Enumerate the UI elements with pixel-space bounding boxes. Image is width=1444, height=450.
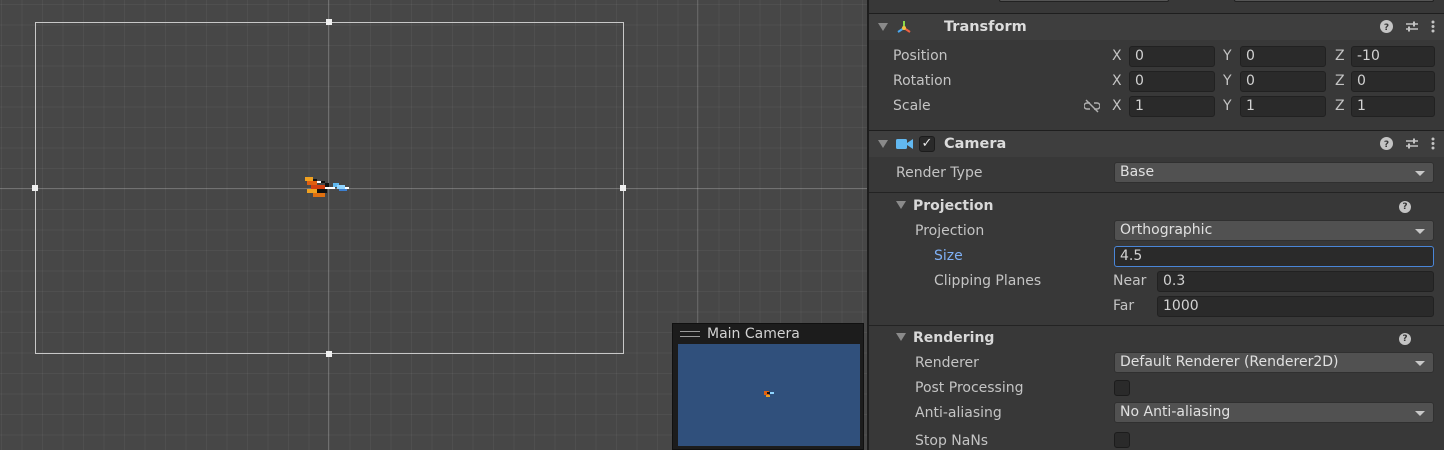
- section-divider: [869, 325, 1444, 326]
- gizmo-handle-left[interactable]: [32, 185, 38, 191]
- more-options-icon[interactable]: [1431, 137, 1435, 150]
- rendering-section-title: Rendering: [913, 330, 995, 346]
- camera-preview-header[interactable]: Main Camera: [673, 324, 863, 343]
- rotation-x-field[interactable]: 0: [1129, 71, 1215, 92]
- stop-nans-checkbox[interactable]: [1114, 432, 1130, 448]
- post-processing-label: Post Processing: [915, 380, 1024, 396]
- camera-preview-overlay[interactable]: Main Camera: [672, 323, 864, 450]
- rotation-z-field[interactable]: 0: [1351, 71, 1435, 92]
- gizmo-handle-top[interactable]: [326, 19, 332, 25]
- foldout-expanded-icon[interactable]: [896, 333, 906, 341]
- camera-component-header[interactable]: ✓ Camera ?: [869, 130, 1444, 157]
- more-options-icon[interactable]: [1431, 20, 1435, 33]
- anti-aliasing-label: Anti-aliasing: [915, 405, 1002, 421]
- projection-dropdown[interactable]: Orthographic: [1114, 220, 1434, 241]
- foldout-expanded-icon[interactable]: [878, 23, 888, 31]
- presets-icon[interactable]: [1405, 20, 1419, 33]
- rotation-y-field[interactable]: 0: [1240, 71, 1326, 92]
- scale-label: Scale: [893, 98, 931, 114]
- svg-text:?: ?: [1384, 23, 1389, 33]
- anti-aliasing-dropdown[interactable]: No Anti-aliasing: [1114, 402, 1434, 423]
- projection-section-header[interactable]: Projection ?: [869, 195, 1444, 219]
- renderer-label: Renderer: [915, 355, 979, 371]
- scene-view[interactable]: Main Camera: [0, 0, 867, 450]
- rotation-z-label[interactable]: Z: [1335, 73, 1345, 89]
- prev-field-stub: [999, 0, 1169, 2]
- transform-axes-icon: [897, 21, 911, 33]
- section-divider: [869, 192, 1444, 193]
- renderer-dropdown[interactable]: Default Renderer (Renderer2D): [1114, 352, 1434, 373]
- transform-title: Transform: [944, 19, 1027, 35]
- help-icon[interactable]: ?: [1399, 333, 1411, 345]
- position-label: Position: [893, 48, 948, 64]
- render-type-dropdown[interactable]: Base: [1114, 162, 1434, 183]
- scale-z-field[interactable]: 1: [1351, 96, 1435, 117]
- gizmo-handle-bottom[interactable]: [326, 351, 332, 357]
- chevron-down-icon: [1415, 361, 1425, 366]
- scale-x-label[interactable]: X: [1112, 98, 1122, 114]
- preview-ship-sprite: [764, 391, 774, 397]
- chevron-down-icon: [1415, 229, 1425, 234]
- projection-section-title: Projection: [913, 198, 994, 214]
- far-label[interactable]: Far: [1113, 298, 1134, 314]
- projection-label: Projection: [915, 223, 985, 239]
- camera-title: Camera: [944, 136, 1007, 152]
- rendering-section-header[interactable]: Rendering ?: [869, 327, 1444, 351]
- help-icon[interactable]: ?: [1380, 20, 1393, 33]
- scale-x-field[interactable]: 1: [1129, 96, 1215, 117]
- scale-z-label[interactable]: Z: [1335, 98, 1345, 114]
- constrain-proportions-icon[interactable]: [1084, 99, 1100, 113]
- anti-aliasing-value: No Anti-aliasing: [1120, 404, 1231, 420]
- rotation-x-label[interactable]: X: [1112, 73, 1122, 89]
- help-icon[interactable]: ?: [1399, 201, 1411, 213]
- far-clip-field[interactable]: 1000: [1157, 296, 1434, 317]
- foldout-expanded-icon[interactable]: [896, 201, 906, 209]
- svg-text:?: ?: [1384, 140, 1389, 150]
- position-x-label[interactable]: X: [1112, 48, 1122, 64]
- help-icon[interactable]: ?: [1380, 137, 1393, 150]
- gizmo-handle-right[interactable]: [620, 185, 626, 191]
- position-y-label[interactable]: Y: [1223, 48, 1232, 64]
- camera-enabled-checkbox[interactable]: ✓: [919, 136, 935, 152]
- camera-preview-viewport: [678, 344, 860, 446]
- transform-component-header[interactable]: Transform ?: [869, 13, 1444, 40]
- near-label[interactable]: Near: [1113, 273, 1146, 289]
- size-label[interactable]: Size: [934, 248, 963, 264]
- size-field[interactable]: 4.5: [1114, 246, 1434, 267]
- render-type-value: Base: [1120, 164, 1155, 180]
- renderer-value: Default Renderer (Renderer2D): [1120, 354, 1339, 370]
- position-z-label[interactable]: Z: [1335, 48, 1345, 64]
- post-processing-checkbox[interactable]: [1114, 380, 1130, 396]
- scale-y-field[interactable]: 1: [1240, 96, 1326, 117]
- rotation-y-label[interactable]: Y: [1223, 73, 1232, 89]
- stop-nans-label: Stop NaNs: [915, 433, 989, 449]
- position-z-field[interactable]: -10: [1351, 46, 1435, 67]
- foldout-expanded-icon[interactable]: [878, 140, 888, 148]
- presets-icon[interactable]: [1405, 137, 1419, 150]
- position-y-field[interactable]: 0: [1240, 46, 1326, 67]
- scale-y-label[interactable]: Y: [1223, 98, 1232, 114]
- prev-field-stub: [1234, 0, 1434, 2]
- rotation-label: Rotation: [893, 73, 952, 89]
- drag-handle-icon[interactable]: [680, 330, 700, 337]
- position-x-field[interactable]: 0: [1129, 46, 1215, 67]
- near-clip-field[interactable]: 0.3: [1157, 271, 1434, 292]
- chevron-down-icon: [1415, 171, 1425, 176]
- player-ship-sprite[interactable]: [303, 175, 353, 199]
- inspector-panel: Transform ? Position X 0 Y 0 Z -10 Rotat…: [869, 0, 1444, 450]
- camera-icon: [896, 139, 913, 149]
- chevron-down-icon: [1415, 411, 1425, 416]
- clipping-planes-label: Clipping Planes: [934, 273, 1042, 289]
- render-type-label: Render Type: [896, 165, 983, 181]
- camera-preview-title: Main Camera: [707, 325, 800, 342]
- projection-value: Orthographic: [1120, 222, 1213, 238]
